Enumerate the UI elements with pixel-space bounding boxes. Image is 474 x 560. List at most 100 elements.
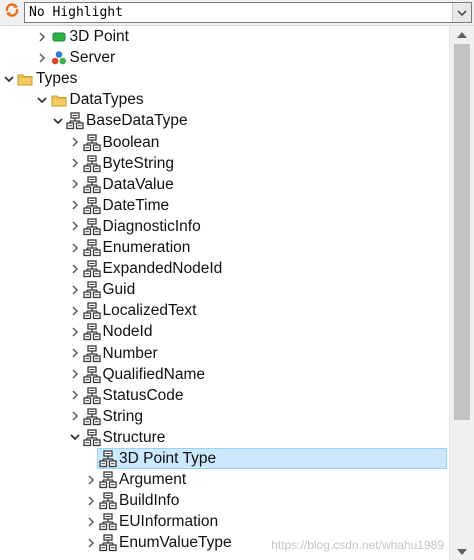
datatype-icon xyxy=(82,323,101,341)
vertical-scrollbar[interactable] xyxy=(449,26,474,560)
tree-item-euinformation[interactable]: EUInformation xyxy=(0,511,449,532)
datatype-icon xyxy=(82,408,101,426)
chevron-right-icon[interactable] xyxy=(68,132,82,153)
datatype-icon xyxy=(99,513,117,531)
tree-item-basedatatype[interactable]: BaseDataType xyxy=(0,110,449,131)
datatype-icon xyxy=(82,197,101,215)
tree-item-label: String xyxy=(102,407,144,425)
tree-item-label: Number xyxy=(102,344,158,362)
datatype-icon xyxy=(82,387,101,405)
tree-item-3d-point[interactable]: 3D Point xyxy=(0,26,449,47)
tree-item-label: Enumeration xyxy=(102,239,191,256)
datatype-icon xyxy=(82,260,101,278)
tree-item-localizedtext[interactable]: LocalizedText xyxy=(0,300,449,321)
tree-item-label: BaseDataType xyxy=(86,112,188,130)
chevron-right-icon[interactable] xyxy=(35,47,49,68)
tree-item-label: Boolean xyxy=(102,133,160,151)
tree-item-guid[interactable]: Guid xyxy=(0,279,449,300)
tree-item-label: StatusCode xyxy=(102,386,184,404)
datatype-icon xyxy=(82,344,101,363)
tree-item-label: Server xyxy=(69,49,116,67)
chevron-right-icon[interactable] xyxy=(68,406,82,427)
chevron-right-icon[interactable] xyxy=(68,216,82,237)
tree-item-label: QualifiedName xyxy=(102,365,206,383)
scroll-thumb[interactable] xyxy=(454,44,470,420)
chevron-down-icon[interactable] xyxy=(452,3,471,22)
tree-item-datavalue[interactable]: DataValue xyxy=(0,174,449,195)
datatype-icon xyxy=(82,176,101,194)
chevron-right-icon[interactable] xyxy=(84,511,98,532)
chevron-right-icon[interactable] xyxy=(68,343,82,364)
datatype-icon xyxy=(99,492,117,510)
tree-item-label: 3D Point Type xyxy=(119,450,217,467)
refresh-button[interactable] xyxy=(2,2,22,22)
watermark: https://blog.csdn.net/whahu1989 xyxy=(271,538,444,552)
chevron-right-icon[interactable] xyxy=(68,300,82,321)
chevron-right-icon[interactable] xyxy=(84,469,98,490)
datatype-icon xyxy=(82,218,101,236)
tree-item-buildinfo[interactable]: BuildInfo xyxy=(0,490,449,511)
tree-item-label: Guid xyxy=(102,281,136,299)
chevron-right-icon[interactable] xyxy=(84,490,98,511)
tree-item-qualifiedname[interactable]: QualifiedName xyxy=(0,364,449,385)
folder-icon xyxy=(16,70,34,88)
tree-item-string[interactable]: String xyxy=(0,406,449,427)
tree-item-label: BuildInfo xyxy=(119,492,180,510)
datatype-icon xyxy=(99,450,117,468)
datatype-icon xyxy=(99,471,117,489)
chevron-down-icon[interactable] xyxy=(68,427,82,448)
tree-item-types[interactable]: Types xyxy=(0,68,449,89)
highlight-select-value: No Highlight xyxy=(29,5,123,20)
chevron-right-icon[interactable] xyxy=(68,385,82,406)
datatype-icon xyxy=(82,239,101,257)
tree-item-statuscode[interactable]: StatusCode xyxy=(0,385,449,406)
tree-item-label: EnumValueType xyxy=(119,534,232,552)
chevron-right-icon[interactable] xyxy=(35,26,49,47)
tree-item-datetime[interactable]: DateTime xyxy=(0,195,449,216)
address-space-tree: 3D Point Server Types DataTypes BaseDataType… xyxy=(0,26,449,560)
tree-item-label: EUInformation xyxy=(119,513,219,531)
tree-item-server[interactable]: Server xyxy=(0,47,449,68)
tree-item-label: 3D Point xyxy=(69,28,129,45)
scroll-up-arrow-icon[interactable] xyxy=(450,26,474,43)
tree-item-label: Types xyxy=(36,70,78,88)
chevron-right-icon[interactable] xyxy=(68,153,82,174)
tree-item-3d-point-type[interactable]: 3D Point Type xyxy=(0,448,449,469)
folder-icon xyxy=(50,91,68,109)
chevron-right-icon[interactable] xyxy=(68,174,82,195)
server-icon xyxy=(50,49,68,67)
tree-item-boolean[interactable]: Boolean xyxy=(0,132,449,153)
datatype-icon xyxy=(99,534,117,552)
datatype-icon xyxy=(82,302,101,320)
scroll-down-arrow-icon[interactable] xyxy=(450,543,474,560)
datatype-icon xyxy=(82,429,101,447)
chevron-right-icon[interactable] xyxy=(68,279,82,300)
tree-item-structure[interactable]: Structure xyxy=(0,427,449,448)
datatype-icon xyxy=(82,365,101,384)
chevron-right-icon[interactable] xyxy=(68,364,82,385)
datatype-icon xyxy=(82,281,101,299)
tree-item-expandednodeid[interactable]: ExpandedNodeId xyxy=(0,258,449,279)
tree-item-bytestring[interactable]: ByteString xyxy=(0,153,449,174)
highlight-select[interactable]: No Highlight xyxy=(24,2,472,23)
tree-item-enumeration[interactable]: Enumeration xyxy=(0,237,449,258)
tree-item-label: DiagnosticInfo xyxy=(102,217,201,235)
toolbar: No Highlight xyxy=(0,0,474,26)
tree-item-argument[interactable]: Argument xyxy=(0,469,449,490)
tree-item-label: DataValue xyxy=(102,175,174,193)
chevron-right-icon[interactable] xyxy=(84,532,98,553)
chevron-right-icon[interactable] xyxy=(68,195,82,216)
chevron-down-icon[interactable] xyxy=(2,68,16,89)
tree-item-number[interactable]: Number xyxy=(0,343,449,364)
tree-item-label: Argument xyxy=(119,471,187,489)
chevron-right-icon[interactable] xyxy=(68,321,82,342)
tree-item-datatypes[interactable]: DataTypes xyxy=(0,89,449,110)
datatype-icon xyxy=(82,154,101,173)
chevron-right-icon[interactable] xyxy=(68,237,82,258)
tree-item-diagnosticinfo[interactable]: DiagnosticInfo xyxy=(0,216,449,237)
datatype-icon xyxy=(66,112,84,130)
chevron-down-icon[interactable] xyxy=(35,89,49,110)
chevron-right-icon[interactable] xyxy=(68,258,82,279)
chevron-down-icon[interactable] xyxy=(51,110,65,131)
tree-item-nodeid[interactable]: NodeId xyxy=(0,321,449,342)
